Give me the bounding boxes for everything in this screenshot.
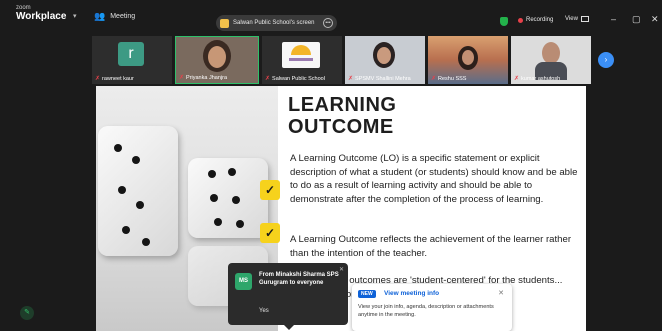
mic-muted-icon: ✗ xyxy=(265,76,271,82)
grid-view-icon xyxy=(580,16,589,22)
share-label: Salwan Public School's screen xyxy=(233,20,315,26)
next-participants-button[interactable]: › xyxy=(598,52,614,68)
participant-name: Salwan Public School xyxy=(272,75,325,82)
die-pip xyxy=(122,226,130,234)
participant-name: kumar ashutosh xyxy=(521,75,561,82)
die-pip xyxy=(132,156,140,164)
participant-tile[interactable]: ✗ SPSMV Shallini Mehra xyxy=(345,36,425,84)
mic-muted-icon: ✗ xyxy=(95,76,101,82)
participant-name-row: ✗ rawneet kaur xyxy=(95,75,134,83)
minimize-icon[interactable]: – xyxy=(611,14,616,24)
chevron-down-icon[interactable]: ▾ xyxy=(73,12,77,20)
participant-name-row: ✗ Priyanka Jhanjra xyxy=(179,74,227,82)
new-badge: NEW xyxy=(358,290,376,298)
logo-bar-shape xyxy=(289,58,313,61)
participant-face xyxy=(208,46,226,68)
check-icon: ✓ xyxy=(260,180,280,200)
participant-name-row: ✗ Salwan Public School xyxy=(265,75,325,83)
chat-sender: From Minakshi Sharma SPS Gurugram to eve… xyxy=(259,272,339,286)
avatar: MS xyxy=(235,273,252,290)
mic-muted-icon: ✗ xyxy=(514,76,520,82)
participant-tile[interactable]: ✗ kumar ashutosh xyxy=(511,36,591,84)
view-button[interactable]: View xyxy=(565,16,589,22)
participant-name: rawneet kaur xyxy=(102,75,134,82)
view-label: View xyxy=(565,16,578,22)
slide-title-line1: LEARNING xyxy=(288,94,397,116)
top-bar: zoom Workplace ▾ 👥 Meeting Salwan Public… xyxy=(0,0,662,34)
recording-indicator[interactable]: Recording xyxy=(518,17,553,23)
participant-tile[interactable]: ✗ Reshu SSS xyxy=(428,36,508,84)
participant-tile[interactable]: ✗ Salwan Public School xyxy=(262,36,342,84)
die-right xyxy=(188,158,268,238)
logo-line2: Workplace xyxy=(16,11,67,22)
meeting-button[interactable]: 👥 Meeting xyxy=(94,11,135,22)
die-pip xyxy=(228,168,236,176)
participant-strip: r ✗ rawneet kaur ✗ Priyanka Jhanjra ✗ Sa… xyxy=(90,36,600,84)
screen-share-indicator[interactable]: Salwan Public School's screen ••• xyxy=(216,15,337,31)
participant-name-row: ✗ kumar ashutosh xyxy=(514,75,561,83)
avatar: r xyxy=(118,42,144,66)
participant-name: Reshu SSS xyxy=(438,75,467,82)
popup-tail xyxy=(284,325,294,330)
participant-face xyxy=(462,50,474,65)
meeting-info-body: View your join info, agenda, description… xyxy=(358,304,494,318)
mic-muted-icon: ✗ xyxy=(348,76,354,82)
meeting-label: Meeting xyxy=(110,13,136,20)
share-screen-icon xyxy=(220,18,229,28)
participant-name: Priyanka Jhanjra xyxy=(186,74,227,81)
die-pip xyxy=(118,186,126,194)
shield-icon[interactable] xyxy=(500,17,508,26)
maximize-icon[interactable]: ▢ xyxy=(632,14,641,25)
mic-muted-icon: ✗ xyxy=(431,76,437,82)
participant-face xyxy=(542,42,560,64)
zoom-window: zoom Workplace ▾ 👥 Meeting Salwan Public… xyxy=(0,0,662,331)
participant-name-row: ✗ SPSMV Shallini Mehra xyxy=(348,75,411,83)
participant-tile-active[interactable]: ✗ Priyanka Jhanjra xyxy=(175,36,259,84)
participant-face xyxy=(377,47,391,64)
slide-title-line2: OUTCOME xyxy=(288,116,394,138)
meeting-info-title[interactable]: View meeting info xyxy=(384,290,439,297)
annotate-pencil-icon[interactable]: ✎ xyxy=(20,306,34,320)
check-icon: ✓ xyxy=(260,223,280,243)
participant-tile[interactable]: r ✗ rawneet kaur xyxy=(92,36,172,84)
zoom-logo[interactable]: zoom Workplace xyxy=(16,5,66,22)
die-pip xyxy=(232,196,240,204)
die-pip xyxy=(208,170,216,178)
die-left xyxy=(98,126,178,256)
chat-notification[interactable]: MS From Minakshi Sharma SPS Gurugram to … xyxy=(228,263,348,330)
die-pip xyxy=(142,238,150,246)
chat-message: Yes xyxy=(259,308,269,314)
slide-title: LEARNING OUTCOME xyxy=(288,94,396,138)
close-icon[interactable]: ✕ xyxy=(651,14,659,25)
close-icon[interactable]: ✕ xyxy=(339,266,344,273)
participant-name-row: ✗ Reshu SSS xyxy=(431,75,467,83)
close-icon[interactable]: ✕ xyxy=(498,289,504,297)
die-pip xyxy=(214,218,222,226)
slide-paragraph-1: A Learning Outcome (LO) is a specific st… xyxy=(290,153,578,205)
more-options-icon[interactable]: ••• xyxy=(323,18,333,28)
school-logo xyxy=(282,42,320,68)
mic-muted-icon: ✗ xyxy=(179,75,185,81)
record-dot-icon xyxy=(518,17,523,23)
slide-paragraph-2: A Learning Outcome reflects the achievem… xyxy=(290,234,572,259)
logo-sun-shape xyxy=(291,45,311,55)
die-pip xyxy=(114,144,122,152)
recording-label: Recording xyxy=(526,17,554,23)
meeting-info-tooltip[interactable]: NEW View meeting info ✕ View your join i… xyxy=(352,284,512,331)
die-pip xyxy=(236,220,244,228)
people-icon: 👥 xyxy=(94,11,106,21)
die-pip xyxy=(136,201,144,209)
die-pip xyxy=(210,194,218,202)
participant-name: SPSMV Shallini Mehra xyxy=(355,75,411,82)
